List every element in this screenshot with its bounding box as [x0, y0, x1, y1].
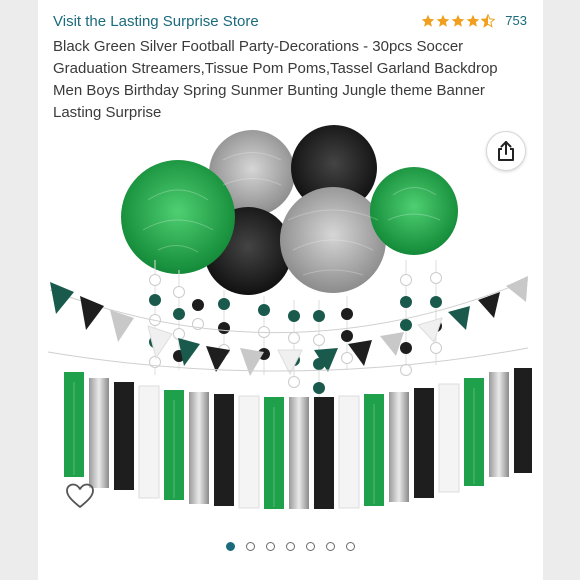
- store-link[interactable]: Visit the Lasting Surprise Store: [53, 13, 259, 30]
- heart-icon: [66, 483, 94, 508]
- carousel-dot[interactable]: [246, 542, 255, 551]
- rating-count[interactable]: 753: [505, 13, 527, 28]
- carousel-dot[interactable]: [286, 542, 295, 551]
- carousel-dot[interactable]: [226, 542, 235, 551]
- carousel-dots: [38, 542, 543, 551]
- half-star-icon: [481, 13, 496, 28]
- carousel-dot[interactable]: [306, 542, 315, 551]
- rating[interactable]: 753: [421, 13, 527, 28]
- carousel-dot[interactable]: [346, 542, 355, 551]
- carousel-dot[interactable]: [326, 542, 335, 551]
- product-card: Visit the Lasting Surprise Store 753 Bla…: [38, 0, 543, 580]
- star-icon: [421, 14, 435, 27]
- pom-pom-green: [121, 160, 235, 274]
- product-image[interactable]: [38, 120, 543, 530]
- share-icon: [498, 141, 514, 161]
- star-rating: [421, 13, 496, 28]
- share-button[interactable]: [486, 131, 526, 171]
- wishlist-button[interactable]: [64, 480, 96, 512]
- pennant-banner: [49, 276, 529, 376]
- pom-pom-green: [370, 167, 458, 255]
- star-icon: [466, 14, 480, 27]
- dot-garlands: [149, 260, 442, 400]
- star-icon: [451, 14, 465, 27]
- carousel-dot[interactable]: [266, 542, 275, 551]
- star-icon: [436, 14, 450, 27]
- product-title: Black Green Silver Football Party-Decora…: [53, 38, 498, 121]
